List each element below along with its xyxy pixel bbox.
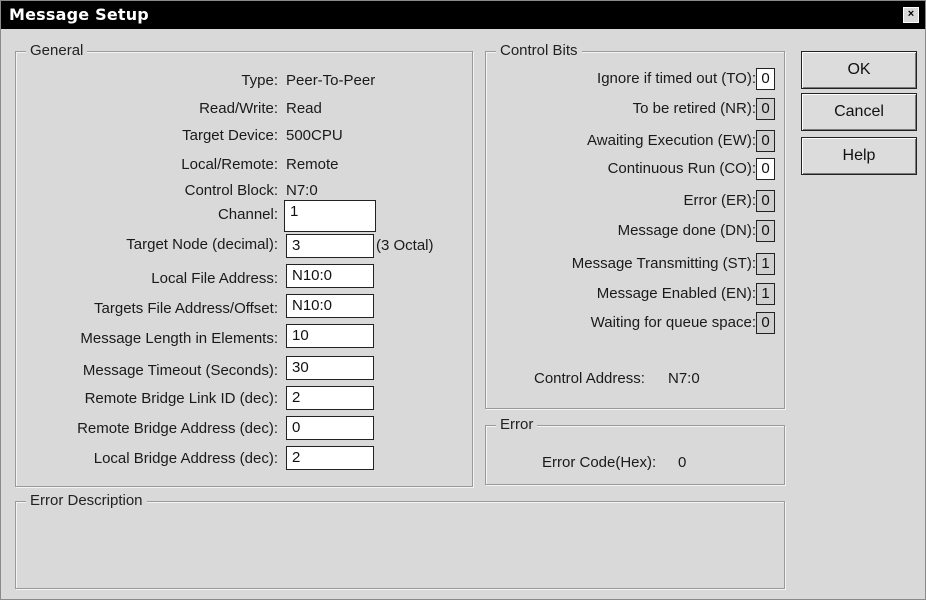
- local-remote-value: Remote: [286, 156, 339, 173]
- control-bit-label: Continuous Run (CO):: [607, 160, 756, 177]
- control-block-label: Control Block:: [184, 182, 278, 199]
- read-write-label: Read/Write:: [199, 100, 278, 117]
- control-bit-label: Awaiting Execution (EW):: [587, 132, 756, 149]
- general-group: General Type: Peer-To-Peer Read/Write: R…: [15, 42, 473, 487]
- message-length-field[interactable]: 10: [286, 324, 374, 348]
- target-device-value: 500CPU: [286, 127, 343, 144]
- remote-bridge-link-id-label: Remote Bridge Link ID (dec):: [84, 390, 278, 407]
- channel-field[interactable]: 1: [284, 200, 376, 232]
- awaiting-execution-bit-value: 0: [756, 130, 775, 152]
- remote-bridge-link-id-field[interactable]: 2: [286, 386, 374, 410]
- remote-bridge-address-field[interactable]: 0: [286, 416, 374, 440]
- local-bridge-address-field[interactable]: 2: [286, 446, 374, 470]
- error-legend: Error: [496, 416, 538, 433]
- help-button[interactable]: Help: [801, 137, 917, 175]
- target-node-label: Target Node (decimal):: [126, 236, 278, 253]
- message-length-label: Message Length in Elements:: [80, 330, 278, 347]
- channel-label: Channel:: [217, 206, 278, 223]
- error-code-label: Error Code(Hex):: [542, 454, 657, 471]
- control-bits-legend: Control Bits: [496, 42, 582, 59]
- control-bit-label: To be retired (NR):: [632, 100, 756, 117]
- local-file-address-label: Local File Address:: [151, 270, 278, 287]
- queue-space-bit-value: 0: [756, 312, 775, 334]
- control-address-label: Control Address:: [534, 370, 645, 387]
- message-timeout-field[interactable]: 30: [286, 356, 374, 380]
- message-done-bit-value: 0: [756, 220, 775, 242]
- type-value: Peer-To-Peer: [286, 72, 376, 89]
- control-block-value: N7:0: [286, 182, 318, 199]
- error-bit-value: 0: [756, 190, 775, 212]
- local-file-address-field[interactable]: N10:0: [286, 264, 374, 288]
- control-bit-label: Error (ER):: [683, 192, 757, 209]
- title-bar[interactable]: Message Setup ×: [1, 1, 925, 29]
- targets-file-address-field[interactable]: N10:0: [286, 294, 374, 318]
- message-setup-dialog: Message Setup × General Type: Peer-To-Pe…: [0, 0, 926, 600]
- error-group: Error Error Code(Hex): 0: [485, 416, 785, 485]
- control-bit-label: Message Enabled (EN):: [596, 285, 756, 302]
- error-description-legend: Error Description: [26, 492, 147, 509]
- ignore-timeout-bit-field[interactable]: 0: [756, 68, 775, 90]
- message-timeout-label: Message Timeout (Seconds):: [82, 362, 278, 379]
- read-write-value: Read: [286, 100, 322, 117]
- remote-bridge-address-label: Remote Bridge Address (dec):: [77, 420, 278, 437]
- target-node-field[interactable]: 3: [286, 234, 374, 258]
- control-bit-label: Ignore if timed out (TO):: [597, 70, 756, 87]
- control-address-value: N7:0: [668, 370, 700, 387]
- error-description-group: Error Description: [15, 492, 785, 589]
- ok-button[interactable]: OK: [801, 51, 917, 89]
- target-device-label: Target Device:: [182, 127, 278, 144]
- targets-file-address-label: Targets File Address/Offset:: [94, 300, 278, 317]
- local-remote-label: Local/Remote:: [181, 156, 278, 173]
- continuous-run-bit-field[interactable]: 0: [756, 158, 775, 180]
- message-enabled-bit-value: 1: [756, 283, 775, 305]
- window-title: Message Setup: [9, 5, 149, 24]
- control-bit-label: Message Transmitting (ST):: [571, 255, 756, 272]
- control-bits-group: Control Bits Ignore if timed out (TO): 0…: [485, 42, 785, 409]
- type-label: Type:: [241, 72, 278, 89]
- to-be-retired-bit-value: 0: [756, 98, 775, 120]
- control-bit-label: Message done (DN):: [617, 222, 756, 239]
- control-bit-label: Waiting for queue space:: [590, 314, 756, 331]
- target-node-octal-note: (3 Octal): [376, 237, 434, 254]
- general-legend: General: [26, 42, 88, 59]
- error-code-value: 0: [678, 454, 687, 471]
- local-bridge-address-label: Local Bridge Address (dec):: [93, 450, 278, 467]
- message-transmitting-bit-value: 1: [756, 253, 775, 275]
- close-icon[interactable]: ×: [903, 7, 919, 23]
- cancel-button[interactable]: Cancel: [801, 93, 917, 131]
